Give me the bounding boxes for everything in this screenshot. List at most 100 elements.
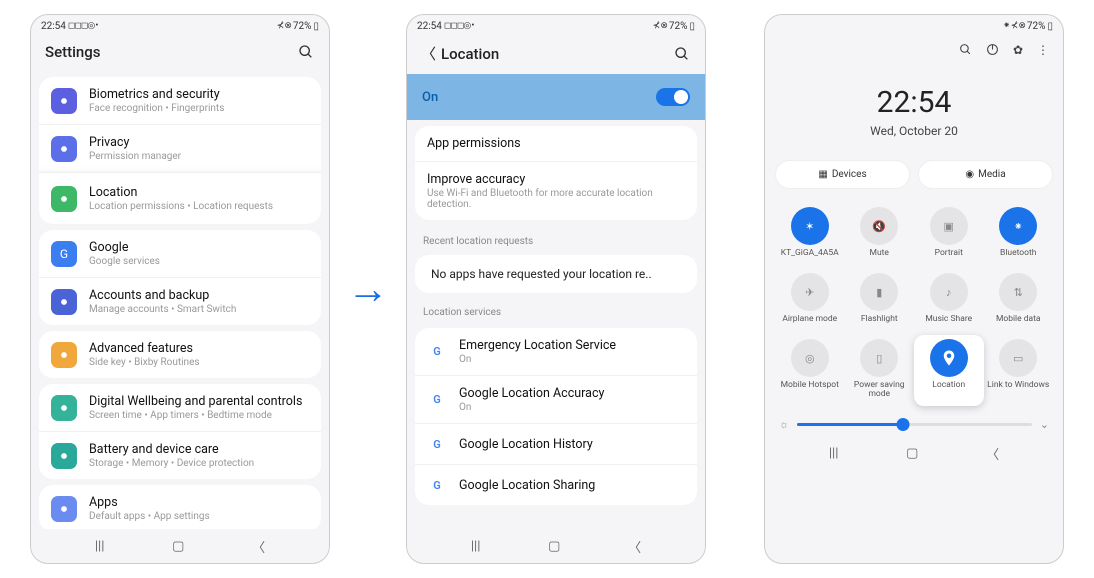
row-title: Privacy xyxy=(89,135,309,150)
rotate-icon: ▣ xyxy=(930,207,968,245)
more-icon[interactable]: ⋮ xyxy=(1037,43,1049,57)
gear-icon[interactable]: ✿ xyxy=(1013,43,1023,57)
status-left-icons: ◻◻◻◎ • xyxy=(68,21,98,31)
devices-button[interactable]: ▦Devices xyxy=(775,160,910,189)
nav-recent[interactable]: ||| xyxy=(471,539,481,554)
page-title: Settings xyxy=(45,43,297,61)
nav-home[interactable]: ▢ xyxy=(906,446,918,461)
toggle-switch[interactable] xyxy=(656,88,690,106)
status-left-icons: ◻◻◻◎ • xyxy=(444,21,474,31)
sound-icon: 🔇 xyxy=(860,207,898,245)
svc-label: Location services xyxy=(407,297,705,322)
row-title: Battery and device care xyxy=(89,442,309,457)
google-icon: G xyxy=(427,390,447,410)
battery-icon: ▯ xyxy=(1047,21,1053,32)
hotspot-icon: ◎ xyxy=(791,339,829,377)
quick-tile[interactable]: ◎ Mobile Hotspot xyxy=(777,339,843,400)
row-sub: Screen time • App timers • Bedtime mode xyxy=(89,410,309,421)
status-time: 22:54 xyxy=(41,21,66,32)
media-icon: ◉ xyxy=(965,169,974,180)
battery-icon: ▯ xyxy=(313,21,319,32)
row-icon xyxy=(51,443,77,469)
location-toggle-banner[interactable]: On xyxy=(406,74,706,120)
tile-label: Mobile Hotspot xyxy=(781,381,839,399)
row-title: Location xyxy=(89,185,309,200)
service-row[interactable]: GGoogle Location Sharing xyxy=(415,464,697,505)
wifi-icon: ✶ xyxy=(791,207,829,245)
chevron-down-icon[interactable]: ⌄ xyxy=(1040,418,1049,431)
settings-row[interactable]: Digital Wellbeing and parental controlsS… xyxy=(39,384,321,431)
header: 〈 Location xyxy=(407,37,705,74)
settings-row[interactable]: Accounts and backupManage accounts • Sma… xyxy=(39,277,321,325)
row-title: Accounts and backup xyxy=(89,288,309,303)
settings-row[interactable]: Biometrics and securityFace recognition … xyxy=(39,77,321,124)
settings-row[interactable]: LocationLocation permissions • Location … xyxy=(39,172,321,224)
quick-tile[interactable]: 🔇Mute xyxy=(847,207,913,267)
devices-icon: ▦ xyxy=(818,169,827,180)
tile-label: Link to Windows xyxy=(987,381,1049,399)
quick-tile[interactable]: Location xyxy=(914,335,984,406)
nav-recent[interactable]: ||| xyxy=(829,446,839,461)
data-icon: ⇅ xyxy=(999,273,1037,311)
media-label: Media xyxy=(978,169,1006,180)
search-icon[interactable] xyxy=(297,43,315,61)
status-battery: 72% xyxy=(669,21,688,32)
location-row[interactable]: App permissions xyxy=(415,126,697,161)
quick-tile[interactable]: ⁕Bluetooth xyxy=(986,207,1052,267)
status-right-icons: ⁕ ⊀ ⊗ xyxy=(1003,21,1025,31)
settings-row[interactable]: Battery and device careStorage • Memory … xyxy=(39,431,321,479)
plane-icon: ✈ xyxy=(791,273,829,311)
row-title: Google Location History xyxy=(459,437,685,452)
status-battery: 72% xyxy=(1027,21,1046,32)
recent-label: Recent location requests xyxy=(407,226,705,251)
quick-tile[interactable]: ⇅Mobile data xyxy=(986,273,1052,333)
nav-home[interactable]: ▢ xyxy=(172,539,184,554)
page-title: Location xyxy=(441,45,673,63)
row-title: Google xyxy=(89,240,309,255)
quick-tile[interactable]: ✶ KT_GiGA_4A5A xyxy=(777,207,843,267)
tile-label: KT_GiGA_4A5A xyxy=(781,249,839,267)
nav-back[interactable]: 〈 xyxy=(986,444,999,463)
service-row[interactable]: GEmergency Location ServiceOn xyxy=(415,328,697,375)
quick-tile[interactable]: ▭ Link to Windows xyxy=(986,339,1052,400)
location-row[interactable]: Improve accuracyUse Wi-Fi and Bluetooth … xyxy=(415,161,697,220)
power-icon[interactable] xyxy=(986,43,999,57)
settings-row[interactable]: AppsDefault apps • App settings xyxy=(39,485,321,529)
statusbar: ⁕ ⊀ ⊗72%▯ xyxy=(765,15,1063,37)
nav-back[interactable]: 〈 xyxy=(252,537,265,556)
quick-tile[interactable]: ✈Airplane mode xyxy=(777,273,843,333)
location-icon xyxy=(930,339,968,377)
quick-tile[interactable]: ▯Power saving mode xyxy=(847,339,913,400)
navbar: ||| ▢ 〈 xyxy=(407,529,705,563)
nav-back[interactable]: 〈 xyxy=(628,537,641,556)
slider-track[interactable] xyxy=(797,423,1032,426)
media-button[interactable]: ◉ Media xyxy=(918,160,1053,189)
row-sub: Side key • Bixby Routines xyxy=(89,357,309,368)
arrow-icon: → xyxy=(339,265,397,314)
search-icon[interactable] xyxy=(673,45,691,63)
quick-tile[interactable]: ▣Portrait xyxy=(916,207,982,267)
row-title: Emergency Location Service xyxy=(459,338,685,353)
quick-tile[interactable]: ♪Music Share xyxy=(916,273,982,333)
settings-row[interactable]: Advanced featuresSide key • Bixby Routin… xyxy=(39,331,321,378)
link-icon: ▭ xyxy=(999,339,1037,377)
settings-list[interactable]: Biometrics and securityFace recognition … xyxy=(31,71,329,529)
tile-label: Music Share xyxy=(925,315,972,333)
service-row[interactable]: GGoogle Location History xyxy=(415,423,697,464)
row-title: Google Location Sharing xyxy=(459,478,685,493)
search-icon[interactable] xyxy=(959,43,972,57)
nav-recent[interactable]: ||| xyxy=(95,539,105,554)
settings-row[interactable]: PrivacyPermission manager xyxy=(39,124,321,172)
quick-tile[interactable]: ▮Flashlight xyxy=(847,273,913,333)
service-row[interactable]: GGoogle Location AccuracyOn xyxy=(415,375,697,423)
row-sub: Manage accounts • Smart Switch xyxy=(89,304,309,315)
row-sub: Use Wi-Fi and Bluetooth for more accurat… xyxy=(427,188,685,210)
header: Settings xyxy=(31,37,329,71)
brightness-icon: ☼ xyxy=(779,418,789,431)
row-sub: Default apps • App settings xyxy=(89,511,309,522)
back-icon[interactable]: 〈 xyxy=(421,43,441,64)
brightness-slider[interactable]: ☼ ⌄ xyxy=(765,404,1063,437)
nav-home[interactable]: ▢ xyxy=(548,539,560,554)
settings-row[interactable]: GGoogleGoogle services xyxy=(39,230,321,277)
date-text: Wed, October 20 xyxy=(765,124,1063,138)
